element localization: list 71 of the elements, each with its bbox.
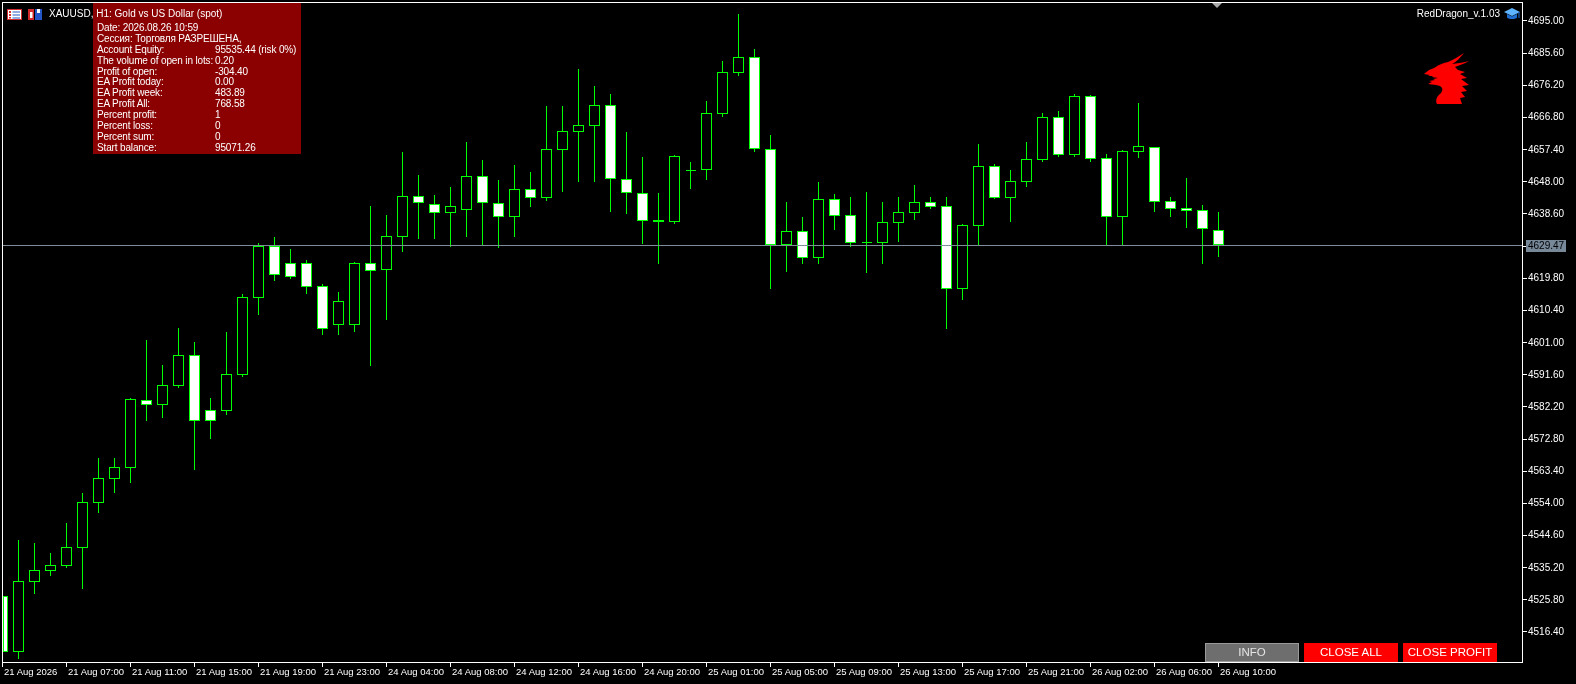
time-label: 21 Aug 07:00 xyxy=(67,665,124,679)
time-label: 25 Aug 21:00 xyxy=(1027,665,1084,679)
time-label: 24 Aug 16:00 xyxy=(579,665,636,679)
info-value: 0.00 xyxy=(215,77,234,88)
price-label: 4666.80 xyxy=(1528,111,1565,124)
info-label: EA Profit today: xyxy=(97,77,164,89)
graduation-cap-icon xyxy=(1504,8,1520,20)
panel-button[interactable]: CLOSE ALL xyxy=(1304,643,1398,662)
info-value: 95071.26 xyxy=(215,142,256,154)
price-label: 4535.20 xyxy=(1528,561,1565,574)
time-label: 21 Aug 2026 xyxy=(3,665,58,679)
time-label: 21 Aug 23:00 xyxy=(323,665,380,679)
time-label: 21 Aug 15:00 xyxy=(195,665,252,679)
info-label: Start balance: xyxy=(97,142,157,154)
price-label: 4572.80 xyxy=(1528,433,1565,445)
time-label: 25 Aug 17:00 xyxy=(963,665,1020,679)
price-label: 4563.40 xyxy=(1528,465,1565,478)
price-label: 4582.20 xyxy=(1528,400,1565,413)
panel-button[interactable]: INFO xyxy=(1205,643,1299,662)
info-label: Account Equity: xyxy=(97,44,165,56)
info-text: Date: 2026.08.26 10:59 xyxy=(97,23,199,34)
expert-name: RedDragon_v.1.03 xyxy=(1416,8,1500,20)
info-value: 0 xyxy=(215,131,221,143)
price-label: 4648.00 xyxy=(1528,175,1565,188)
info-label: Percent loss: xyxy=(97,121,153,132)
time-label: 26 Aug 02:00 xyxy=(1091,665,1148,679)
price-label: 4544.60 xyxy=(1528,529,1565,542)
list-window-icon[interactable] xyxy=(7,8,22,20)
info-value: 95535.44 (risk 0%) xyxy=(215,44,297,56)
info-value: 0.20 xyxy=(215,55,234,67)
chart-title: XAUUSD, H1: Gold vs US Dollar (spot) xyxy=(49,8,223,20)
current-price-label: 4629.47 xyxy=(1526,240,1567,253)
price-label: 4516.40 xyxy=(1528,625,1565,638)
time-label: 24 Aug 20:00 xyxy=(643,665,700,679)
info-value: 768.58 xyxy=(215,99,245,110)
info-value: 483.89 xyxy=(215,88,245,99)
price-label: 4685.60 xyxy=(1528,47,1565,60)
price-label: 4554.00 xyxy=(1528,497,1565,510)
time-label: 24 Aug 08:00 xyxy=(451,665,508,679)
time-label: 25 Aug 01:00 xyxy=(707,665,764,679)
window-tiles-icon[interactable] xyxy=(28,8,42,20)
price-label: 4525.80 xyxy=(1528,593,1565,606)
triangle-marker-icon[interactable] xyxy=(1212,3,1222,8)
price-label: 4657.40 xyxy=(1528,143,1565,156)
time-label: 25 Aug 09:00 xyxy=(835,665,892,679)
info-value: 0 xyxy=(215,121,221,132)
info-value: -304.40 xyxy=(215,66,248,77)
price-label: 4676.20 xyxy=(1528,79,1565,92)
time-label: 24 Aug 04:00 xyxy=(387,665,444,679)
price-label: 4638.60 xyxy=(1528,207,1565,220)
info-label: EA Profit week: xyxy=(97,88,163,99)
time-label: 26 Aug 10:00 xyxy=(1219,665,1276,679)
info-label: EA Profit All: xyxy=(97,99,150,110)
info-label: Profit of open: xyxy=(97,66,157,78)
time-label: 26 Aug 06:00 xyxy=(1155,665,1212,679)
info-label: The volume of open in lots: xyxy=(97,55,214,67)
panel-button[interactable]: CLOSE PROFIT xyxy=(1403,643,1497,662)
time-label: 25 Aug 13:00 xyxy=(899,665,956,679)
price-label: 4695.00 xyxy=(1528,14,1565,27)
price-label: 4610.40 xyxy=(1528,304,1565,317)
price-label: 4591.60 xyxy=(1528,368,1565,381)
time-label: 21 Aug 11:00 xyxy=(131,665,188,679)
price-label: 4619.80 xyxy=(1528,272,1565,285)
time-label: 21 Aug 19:00 xyxy=(259,665,316,679)
info-text: Сессия: Торговля РАЗРЕШЕНА, xyxy=(97,33,242,45)
info-value: 1 xyxy=(215,110,221,121)
time-label: 24 Aug 12:00 xyxy=(515,665,572,679)
price-label: 4601.00 xyxy=(1528,336,1565,349)
info-label: Percent sum: xyxy=(97,131,155,143)
info-label: Percent profit: xyxy=(97,110,157,121)
time-label: 25 Aug 05:00 xyxy=(771,665,828,679)
